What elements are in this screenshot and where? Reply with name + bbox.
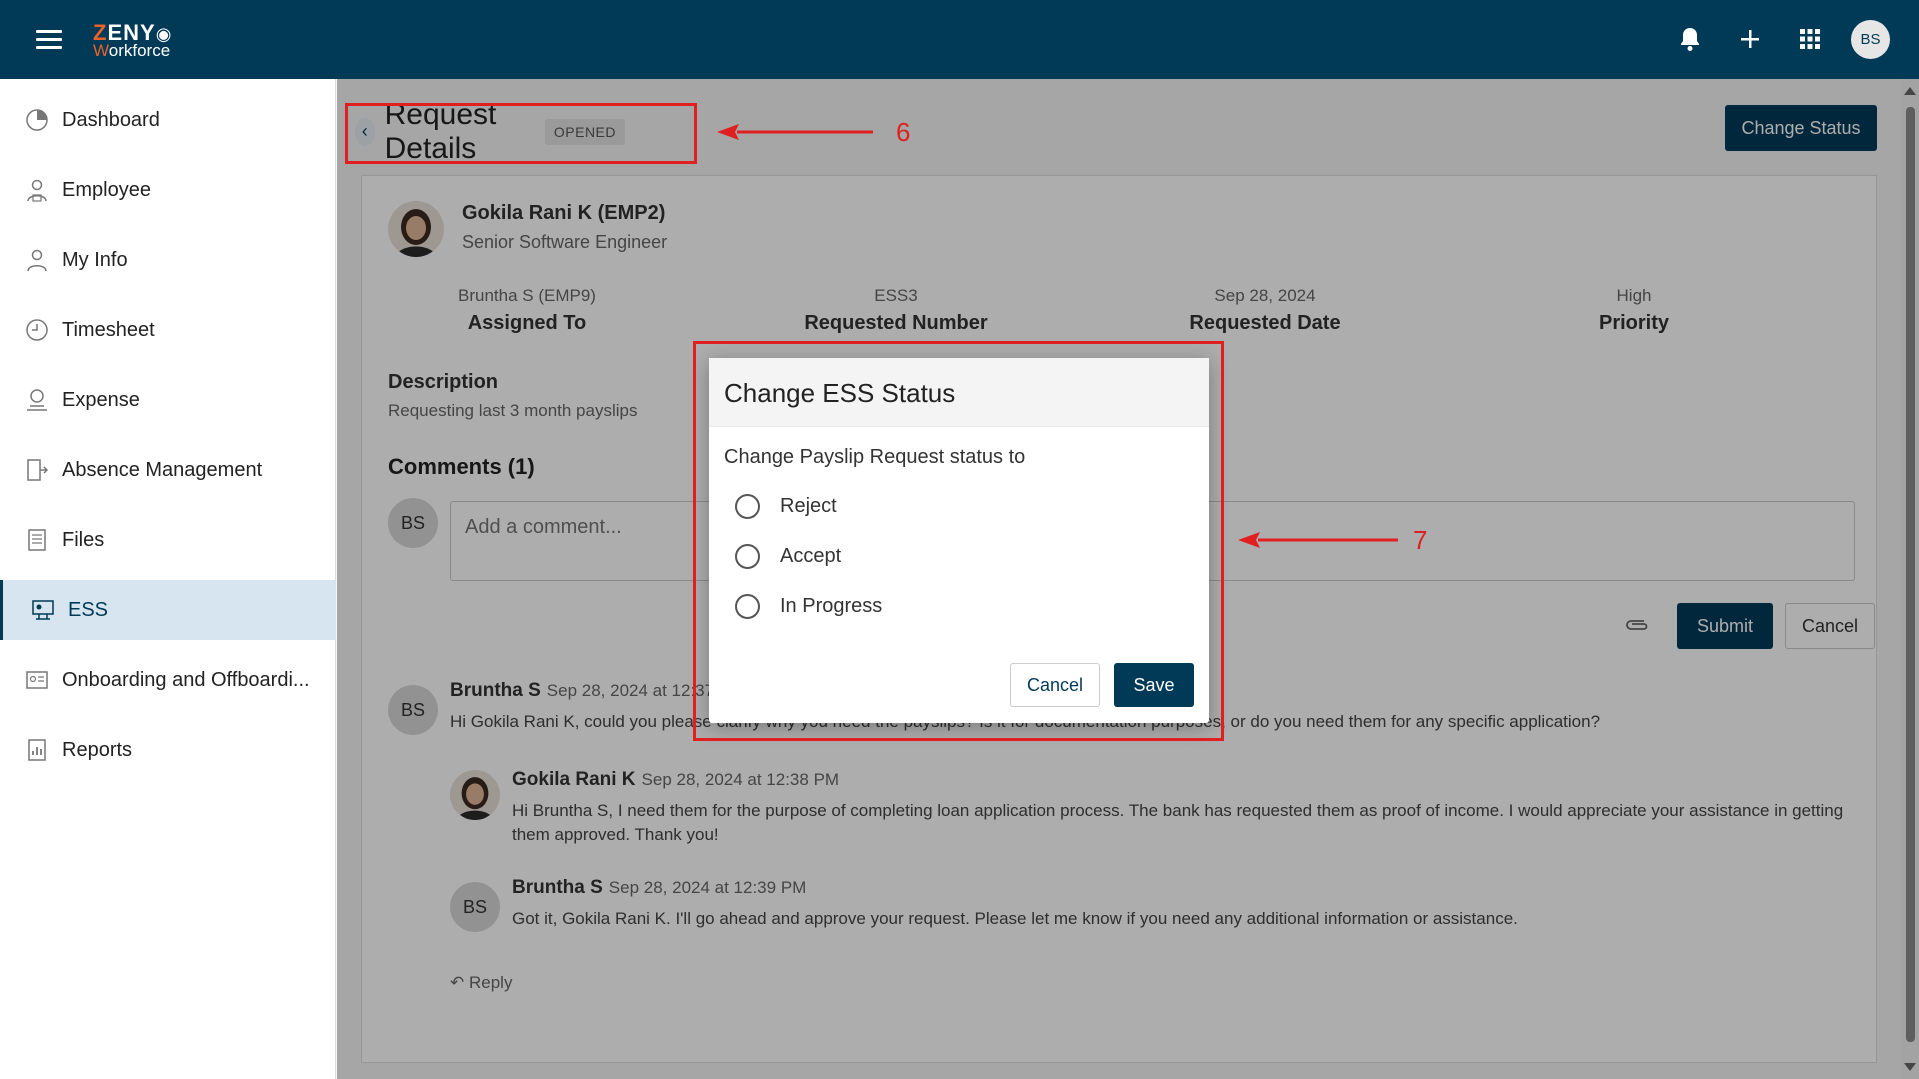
report-icon xyxy=(24,737,50,763)
sidebar-item-employee[interactable]: Employee xyxy=(0,160,336,220)
file-icon xyxy=(24,527,50,553)
sidebar-item-files[interactable]: Files xyxy=(0,510,336,570)
app-logo[interactable]: ZENY◉ Workforce xyxy=(93,22,172,60)
annotation-marker-6: 6 xyxy=(896,117,911,147)
sidebar-item-label: Dashboard xyxy=(62,108,160,131)
sidebar-item-my-info[interactable]: My Info xyxy=(0,230,336,290)
sidebar-item-label: Files xyxy=(62,528,105,551)
ess-icon xyxy=(30,597,56,623)
sidebar-item-timesheet[interactable]: Timesheet xyxy=(0,300,336,360)
hamburger-menu-icon[interactable] xyxy=(36,30,62,50)
id-card-icon xyxy=(24,667,50,693)
sidebar-item-label: Employee xyxy=(62,178,151,201)
annotation-box-dialog xyxy=(693,341,1224,741)
sidebar-item-label: My Info xyxy=(62,248,128,271)
annotation-arrow-6 xyxy=(717,124,873,140)
sidebar-item-reports[interactable]: Reports xyxy=(0,720,336,780)
sidebar-item-ess[interactable]: ESS xyxy=(0,580,336,640)
annotation-box-header xyxy=(345,103,697,164)
bell-icon[interactable] xyxy=(1675,24,1705,54)
sidebar-item-label: Onboarding and Offboardi... xyxy=(62,668,310,691)
sidebar-item-dashboard[interactable]: Dashboard xyxy=(0,90,336,150)
my-info-icon xyxy=(24,247,50,273)
user-avatar[interactable]: BS xyxy=(1851,20,1890,59)
sidebar-item-onboarding[interactable]: Onboarding and Offboardi... xyxy=(0,650,336,710)
employee-icon xyxy=(24,177,50,203)
sidebar-item-label: Absence Management xyxy=(62,458,263,481)
plus-icon[interactable] xyxy=(1735,24,1765,54)
sidebar-item-absence-management[interactable]: Absence Management xyxy=(0,440,336,500)
clock-icon xyxy=(24,317,50,343)
sidebar-item-label: Expense xyxy=(62,388,140,411)
sidebar: Dashboard Employee My Info Timesheet Exp… xyxy=(0,79,336,1079)
sidebar-item-label: Timesheet xyxy=(62,318,155,341)
top-bar: ZENY◉ Workforce BS xyxy=(0,0,1919,79)
apps-grid-icon[interactable] xyxy=(1795,24,1825,54)
sidebar-item-label: Reports xyxy=(62,738,133,761)
expense-icon xyxy=(24,387,50,413)
sidebar-item-label: ESS xyxy=(68,598,109,621)
sidebar-item-expense[interactable]: Expense xyxy=(0,370,336,430)
dashboard-icon xyxy=(24,107,50,133)
annotation-marker-7: 7 xyxy=(1413,525,1428,555)
annotation-arrow-7 xyxy=(1238,532,1398,548)
door-exit-icon xyxy=(24,457,50,483)
